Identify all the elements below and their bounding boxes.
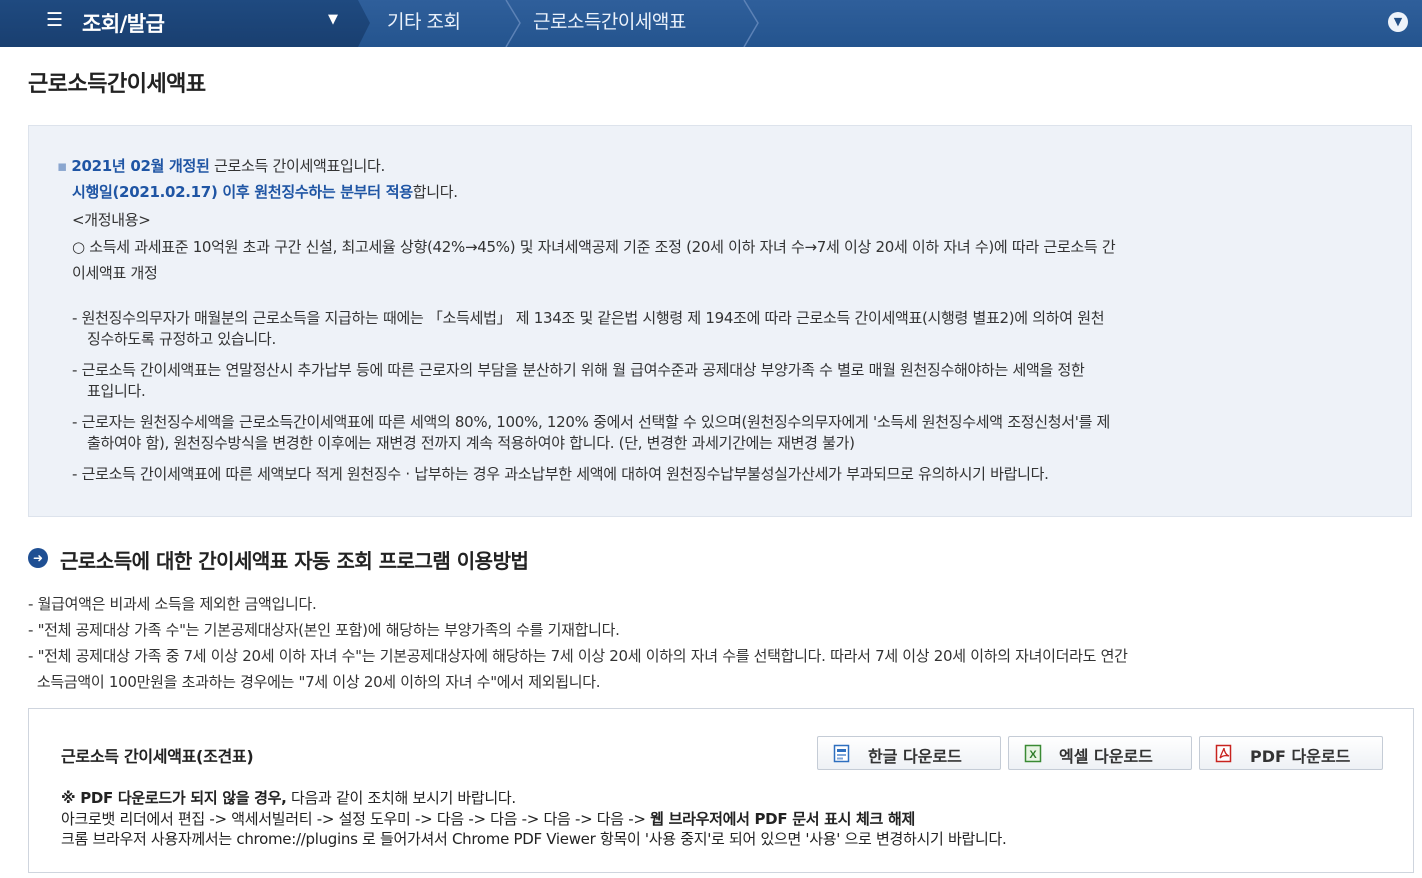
notice-item-3-line-2: 출하여야 함), 원천징수방식을 변경한 이후에는 재변경 전까지 계속 적용하… bbox=[87, 434, 855, 452]
pdf-download-button[interactable]: PDF 다운로드 bbox=[1199, 736, 1383, 770]
notice-effective-text: 합니다. bbox=[412, 183, 458, 201]
pdf-note-instruction: 다음과 같이 조치해 보시기 바랍니다. bbox=[286, 789, 516, 807]
caret-down-icon[interactable]: ▼ bbox=[328, 12, 338, 27]
pdf-download-label: PDF 다운로드 bbox=[1250, 747, 1351, 766]
pdf-note-line-1: ※ PDF 다운로드가 되지 않을 경우, 다음과 같이 조치해 보시기 바랍니… bbox=[61, 787, 516, 808]
arrow-right-circle-icon: ➜ bbox=[28, 548, 48, 568]
hwp-download-button[interactable]: 한글 다운로드 bbox=[817, 736, 1001, 770]
pdf-note-steps: 아크로뱃 리더에서 편집 -> 액세서빌러티 -> 설정 도우미 -> 다음 -… bbox=[61, 810, 651, 828]
excel-file-icon: X bbox=[1024, 744, 1042, 763]
pdf-note-line-2: 아크로뱃 리더에서 편집 -> 액세서빌러티 -> 설정 도우미 -> 다음 -… bbox=[61, 808, 915, 829]
menu-title[interactable]: 조회/발급 bbox=[82, 8, 165, 38]
bullet-icon: ▪ bbox=[57, 157, 72, 175]
notice-box: ▪ 2021년 02월 개정된 근로소득 간이세액표입니다. 시행일(2021.… bbox=[28, 125, 1412, 517]
pdf-note-steps-final: 웹 브라우저에서 PDF 문서 표시 체크 해제 bbox=[650, 810, 915, 828]
usage-section-title: 근로소득에 대한 간이세액표 자동 조회 프로그램 이용방법 bbox=[60, 549, 529, 573]
breadcrumb-separator-icon bbox=[502, 0, 524, 47]
breadcrumb-item-current[interactable]: 근로소득간이세액표 bbox=[533, 7, 686, 34]
excel-download-label: 엑셀 다운로드 bbox=[1059, 747, 1153, 766]
usage-line-1: - 월급여액은 비과세 소득을 제외한 금액입니다. bbox=[28, 595, 317, 613]
hwp-download-label: 한글 다운로드 bbox=[868, 747, 962, 766]
notice-item-1-line-2: 징수하도록 규정하고 있습니다. bbox=[87, 330, 276, 348]
notice-item-1-line-1: - 원천징수의무자가 매월분의 근로소득을 지급하는 때에는 「소득세법」 제 … bbox=[72, 309, 1105, 327]
notice-revision-text: 근로소득 간이세액표입니다. bbox=[209, 157, 385, 175]
notice-revision-date: 2021년 02월 개정된 bbox=[71, 157, 210, 175]
pdf-note-warning: ※ PDF 다운로드가 되지 않을 경우, bbox=[61, 789, 287, 807]
page-title: 근로소득간이세액표 bbox=[28, 72, 206, 97]
usage-line-2: - "전체 공제대상 가족 수"는 기본공제대상자(본인 포함)에 해당하는 부… bbox=[28, 621, 620, 639]
revision-text-1: ○ 소득세 과세표준 10억원 초과 구간 신설, 최고세율 상향(42%→45… bbox=[72, 238, 1116, 256]
notice-item-4-line-1: - 근로소득 간이세액표에 따른 세액보다 적게 원천징수 · 납부하는 경우 … bbox=[72, 465, 1049, 483]
svg-text:X: X bbox=[1029, 749, 1037, 761]
breadcrumb-separator-icon bbox=[740, 0, 762, 47]
notice-item-2-line-2: 표입니다. bbox=[87, 382, 146, 400]
notice-item-3-line-1: - 근로자는 원천징수세액을 근로소득간이세액표에 따른 세액의 80%, 10… bbox=[72, 413, 1111, 431]
hamburger-icon[interactable]: ☰ bbox=[46, 9, 63, 31]
usage-line-3: - "전체 공제대상 가족 중 7세 이상 20세 이하 자녀 수"는 기본공제… bbox=[28, 647, 1128, 665]
hwp-file-icon bbox=[833, 744, 851, 763]
revision-label: <개정내용> bbox=[72, 211, 151, 229]
pdf-note-line-3: 크롬 브라우저 사용자께서는 chrome://plugins 로 들어가셔서 … bbox=[61, 830, 1007, 848]
usage-line-4: 소득금액이 100만원을 초과하는 경우에는 "7세 이상 20세 이하의 자녀… bbox=[28, 673, 601, 691]
notice-item-2-line-1: - 근로소득 간이세액표는 연말정산시 추가납부 등에 따른 근로자의 부담을 … bbox=[72, 361, 1085, 379]
download-title: 근로소득 간이세액표(조견표) bbox=[61, 747, 254, 766]
revision-text-2: 이세액표 개정 bbox=[72, 264, 158, 282]
breadcrumb-item-other-lookup[interactable]: 기타 조회 bbox=[387, 7, 461, 34]
notice-line-revision: ▪ 2021년 02월 개정된 근로소득 간이세액표입니다. bbox=[57, 155, 385, 176]
chevron-down-circle-icon[interactable]: ▼ bbox=[1388, 12, 1408, 32]
top-navigation-bar: ☰ 조회/발급 ▼ 기타 조회 근로소득간이세액표 ▼ bbox=[0, 0, 1422, 47]
notice-line-effective: 시행일(2021.02.17) 이후 원천징수하는 분부터 적용합니다. bbox=[72, 181, 458, 202]
download-box: 근로소득 간이세액표(조견표) 한글 다운로드 X 엑셀 다운로드 PDF 다운… bbox=[28, 708, 1414, 873]
menu-dropdown[interactable]: ☰ 조회/발급 ▼ bbox=[0, 0, 370, 47]
excel-download-button[interactable]: X 엑셀 다운로드 bbox=[1008, 736, 1192, 770]
notice-effective-date: 시행일(2021.02.17) 이후 원천징수하는 분부터 적용 bbox=[72, 183, 413, 201]
pdf-file-icon bbox=[1215, 744, 1233, 763]
